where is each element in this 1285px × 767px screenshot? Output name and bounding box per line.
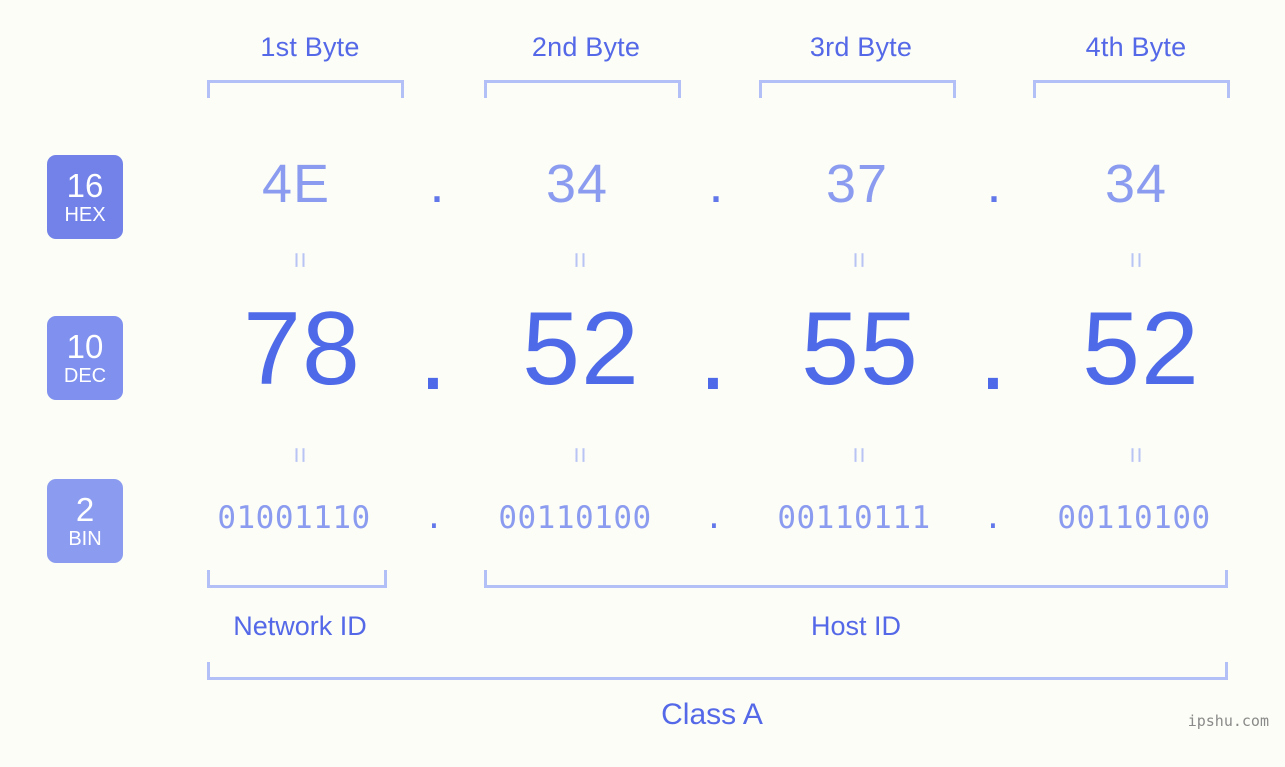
- byte-bracket-4: [1033, 80, 1230, 98]
- dec-row-badge: 10 DEC: [47, 316, 123, 400]
- byte-header-3: 3rd Byte: [809, 32, 913, 62]
- hex-separator-1: .: [429, 154, 445, 214]
- bin-badge-number: 2: [75, 491, 95, 528]
- equals-connector-dec-bin-4: =: [1121, 446, 1152, 464]
- byte-bracket-3: [759, 80, 956, 98]
- host-id-bracket: [484, 570, 1228, 588]
- byte-bracket-1: [207, 80, 404, 98]
- hex-badge-number: 16: [66, 167, 104, 204]
- hex-row-badge: 16 HEX: [47, 155, 123, 239]
- dec-separator-3: .: [978, 296, 1008, 412]
- host-id-label: Host ID: [810, 611, 902, 641]
- dec-badge-name: DEC: [63, 365, 107, 387]
- bin-value-byte-2: 00110100: [498, 500, 652, 536]
- byte-bracket-2: [484, 80, 681, 98]
- dec-separator-2: .: [698, 296, 728, 412]
- ip-address-breakdown-diagram: 1st Byte 2nd Byte 3rd Byte 4th Byte 16 H…: [0, 0, 1285, 767]
- bin-separator-2: .: [704, 500, 724, 536]
- bin-value-byte-1: 01001110: [217, 500, 371, 536]
- equals-connector-dec-bin-1: =: [285, 446, 316, 464]
- bin-row-badge: 2 BIN: [47, 479, 123, 563]
- hex-separator-3: .: [986, 154, 1002, 214]
- bin-badge-name: BIN: [68, 528, 102, 550]
- class-label: Class A: [661, 698, 763, 731]
- network-id-bracket: [207, 570, 387, 588]
- bin-value-byte-3: 00110111: [777, 500, 931, 536]
- byte-header-4: 4th Byte: [1085, 32, 1187, 62]
- equals-connector-dec-bin-3: =: [844, 446, 875, 464]
- dec-separator-1: .: [418, 296, 448, 412]
- network-id-label: Network ID: [233, 611, 367, 641]
- hex-separator-2: .: [708, 154, 724, 214]
- bin-value-byte-4: 00110100: [1057, 500, 1211, 536]
- class-bracket: [207, 662, 1228, 680]
- bin-separator-3: .: [983, 500, 1003, 536]
- byte-header-1: 1st Byte: [260, 32, 360, 62]
- dec-badge-number: 10: [66, 328, 104, 365]
- equals-connector-dec-bin-2: =: [565, 446, 596, 464]
- byte-header-2: 2nd Byte: [531, 32, 641, 62]
- watermark: ipshu.com: [1187, 712, 1269, 730]
- hex-badge-name: HEX: [64, 204, 106, 226]
- bin-separator-1: .: [424, 500, 444, 536]
